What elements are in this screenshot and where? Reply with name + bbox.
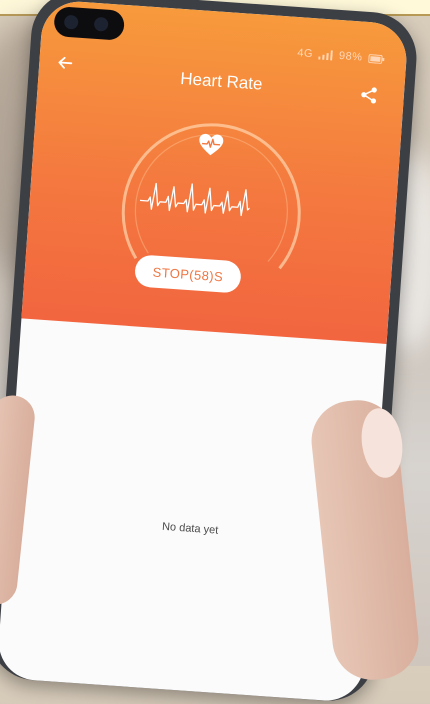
- battery-icon: [368, 53, 385, 64]
- heart-pulse-icon: [199, 133, 224, 156]
- page-title: Heart Rate: [179, 68, 264, 94]
- share-icon[interactable]: [359, 86, 378, 105]
- app-header: 4G 98% Heart Rate STOP(58)S: [21, 0, 409, 344]
- stop-button[interactable]: STOP(58)S: [133, 254, 242, 294]
- signal-label: 4G: [296, 47, 314, 61]
- signal-icon: [318, 50, 334, 61]
- battery-label: 98%: [338, 49, 363, 64]
- status-bar: 4G 98%: [297, 47, 385, 65]
- ecg-wave-icon: [139, 182, 251, 217]
- front-camera: [53, 6, 126, 41]
